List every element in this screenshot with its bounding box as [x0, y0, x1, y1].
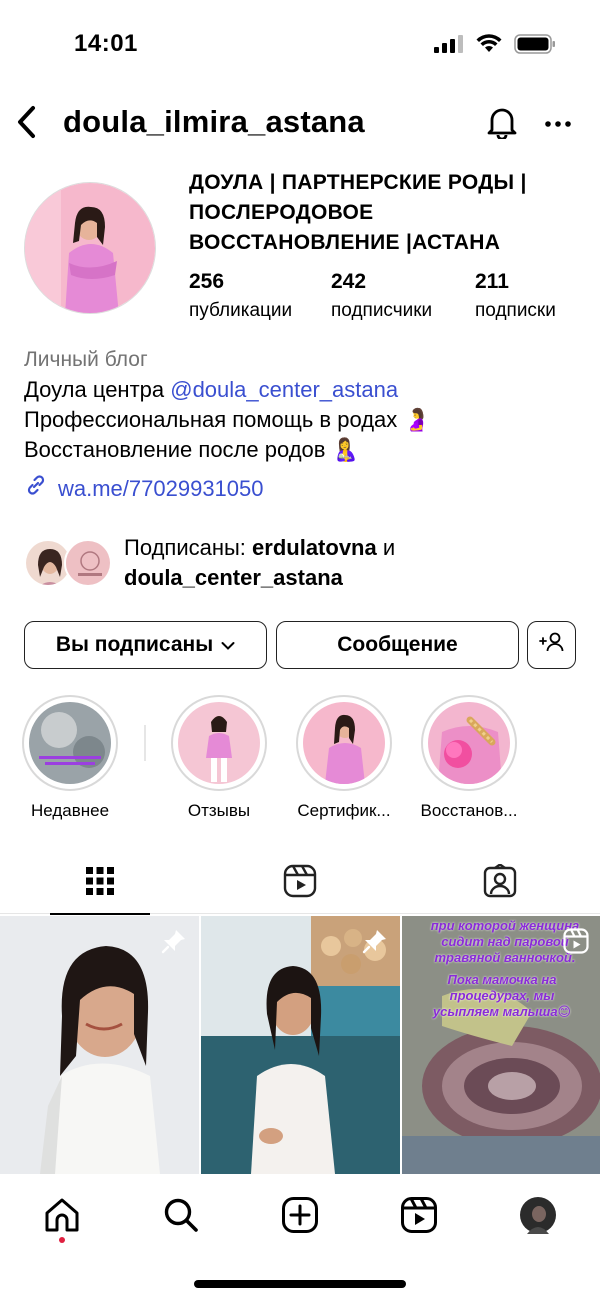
plus-square-icon: [281, 1196, 319, 1239]
stat-following-label: подписки: [475, 300, 556, 321]
chevron-down-icon: [221, 633, 235, 657]
post-caption-top: при которой женщина сидит над паровой тр…: [430, 918, 580, 965]
link-icon: [24, 473, 48, 505]
status-bar: 14:01: [0, 0, 600, 90]
stat-following[interactable]: 211 подписки: [475, 270, 556, 322]
post-thumbnail[interactable]: [0, 916, 199, 1174]
highlight-label: Отзывы: [187, 801, 251, 820]
following-button[interactable]: Вы подписаны: [24, 621, 267, 669]
pin-icon: [161, 928, 187, 959]
tab-tagged[interactable]: [400, 852, 600, 914]
post-thumbnail[interactable]: [201, 916, 400, 1174]
profile-display-name: ДОУЛА | ПАРТНЕРСКИЕ РОДЫ | ПОСЛЕРОДОВОЕ …: [189, 171, 527, 254]
highlight-ring: [296, 695, 392, 791]
followed-by-avatars: [24, 539, 114, 589]
profile-username: doula_ilmira_astana: [63, 104, 365, 139]
follower-avatar: [64, 539, 112, 587]
highlight-ring: [171, 695, 267, 791]
profile-bio: Личный блог Доула центра @doula_center_a…: [24, 345, 584, 505]
followed-by-prefix: Подписаны:: [124, 535, 253, 560]
bio-line-1-text: Доула центра: [24, 377, 171, 402]
highlight-item[interactable]: Восстанов...: [414, 695, 524, 821]
bell-icon: [486, 105, 518, 144]
nav-create[interactable]: [275, 1192, 325, 1242]
profile-stats: 256 публикации 242 подписчики 211 подпис…: [189, 270, 589, 330]
stat-posts-value: 256: [189, 270, 225, 293]
highlight-label: Восстанов...: [420, 801, 518, 820]
followed-by-text: Подписаны: erdulatovna и doula_center_as…: [124, 533, 584, 593]
stat-followers-label: подписчики: [331, 300, 433, 321]
active-tab-indicator: [50, 913, 150, 915]
profile-avatar-small: [519, 1196, 557, 1239]
profile-header: doula_ilmira_astana: [0, 96, 600, 152]
tab-reels[interactable]: [200, 852, 400, 914]
highlight-cover: [178, 702, 260, 784]
highlight-label: Сертифик...: [297, 801, 391, 820]
reels-icon: [283, 864, 317, 903]
followed-by-joiner: и: [376, 535, 396, 560]
highlight-cover: [303, 702, 385, 784]
following-button-label: Вы подписаны: [55, 633, 214, 656]
signal-icon: [434, 35, 464, 58]
more-horizontal-icon: [544, 115, 572, 133]
post-thumbnail[interactable]: при которой женщина сидит над паровой тр…: [402, 916, 600, 1174]
followed-by-user-2[interactable]: doula_center_astana: [124, 565, 343, 590]
bio-line-1: Доула центра @doula_center_astana: [24, 375, 584, 405]
stat-posts-label: публикации: [189, 300, 293, 321]
bio-line-2: Профессиональная помощь в родах 🤰: [24, 407, 431, 432]
followed-by[interactable]: Подписаны: erdulatovna и doula_center_as…: [24, 533, 584, 593]
profile-avatar[interactable]: [24, 182, 156, 314]
search-icon: [162, 1196, 200, 1239]
bio-category: Личный блог: [24, 348, 148, 371]
chevron-left-icon: [15, 105, 37, 144]
highlight-ring: [22, 695, 118, 791]
add-user-icon: [538, 631, 565, 659]
nav-search[interactable]: [156, 1192, 206, 1242]
tagged-person-icon: [483, 862, 517, 903]
reel-icon: [563, 928, 589, 959]
nav-home[interactable]: [37, 1192, 87, 1242]
reels-icon: [400, 1196, 438, 1239]
message-button-label: Сообщение: [337, 633, 458, 656]
highlight-item[interactable]: Сертифик...: [289, 695, 399, 821]
followed-by-user-1[interactable]: erdulatovna: [252, 535, 377, 560]
status-time: 14:01: [74, 30, 138, 57]
nav-profile[interactable]: [513, 1192, 563, 1242]
posts-grid: при которой женщина сидит над паровой тр…: [0, 916, 600, 1174]
highlight-item[interactable]: Недавнее: [15, 695, 125, 821]
highlight-cover: [428, 702, 510, 784]
bio-mention-link[interactable]: @doula_center_astana: [170, 377, 398, 402]
highlight-item[interactable]: Отзывы: [164, 695, 274, 821]
back-button[interactable]: [10, 104, 42, 144]
message-button[interactable]: Сообщение: [276, 621, 519, 669]
nav-reels[interactable]: [394, 1192, 444, 1242]
tab-posts-grid[interactable]: [0, 852, 200, 915]
suggested-users-button[interactable]: [527, 621, 576, 669]
status-icons: [434, 34, 556, 59]
pin-icon: [362, 928, 388, 959]
bio-link-text: wa.me/77029931050: [58, 476, 264, 501]
bio-line-3: Восстановление после родов 🤱: [24, 437, 359, 462]
post-caption-bottom: Пока мамочка на процедурах, мы усыпляем …: [432, 972, 572, 1019]
more-options-button[interactable]: [540, 106, 576, 142]
notification-dot: [59, 1237, 65, 1243]
profile-tabs: [0, 852, 600, 915]
wifi-icon: [476, 34, 502, 59]
grid-icon: [85, 866, 115, 901]
home-indicator: [194, 1280, 406, 1288]
notifications-button[interactable]: [482, 104, 522, 144]
highlight-cover: [29, 702, 111, 784]
stat-following-value: 211: [475, 270, 509, 293]
profile-actions: Вы подписаны Сообщение: [24, 621, 576, 669]
highlights-divider: [144, 725, 146, 761]
highlight-label: Недавнее: [30, 801, 110, 820]
story-highlights: Недавнее Отзывы Сертифик... Восстанов...: [0, 695, 600, 830]
stat-followers-value: 242: [331, 270, 367, 293]
battery-icon: [514, 34, 556, 59]
stat-posts[interactable]: 256 публикации: [189, 270, 292, 322]
home-icon: [43, 1196, 81, 1239]
stat-followers[interactable]: 242 подписчики: [331, 270, 432, 322]
highlight-ring: [421, 695, 517, 791]
bio-external-link[interactable]: wa.me/77029931050: [24, 473, 584, 505]
